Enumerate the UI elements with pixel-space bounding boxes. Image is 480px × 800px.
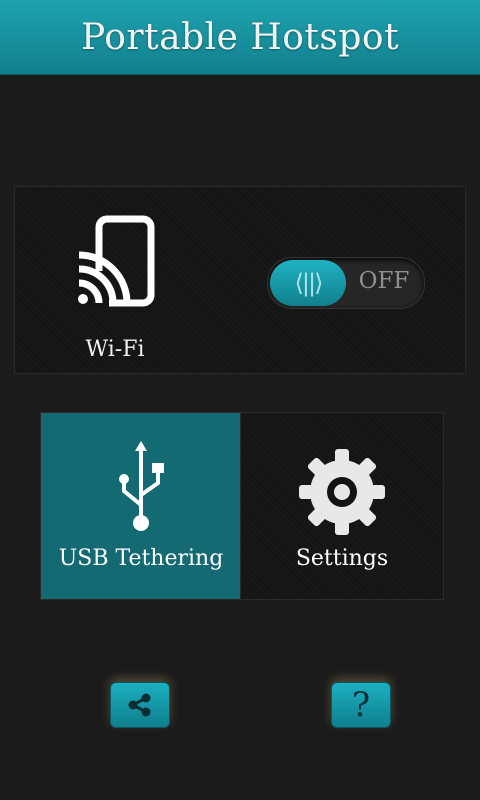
wifi-label: Wi-Fi xyxy=(85,337,145,362)
toggle-state-label: OFF xyxy=(358,268,410,294)
share-icon xyxy=(128,693,151,717)
wifi-panel: Wi-Fi ⟨||⟩ OFF xyxy=(14,186,466,374)
app-header: Portable Hotspot xyxy=(0,0,480,75)
help-icon: ? xyxy=(351,685,371,725)
usb-tethering-tile[interactable]: USB Tethering xyxy=(40,412,242,600)
settings-label: Settings xyxy=(295,546,389,571)
gear-icon xyxy=(299,449,385,535)
wifi-phone-icon xyxy=(75,215,155,307)
share-button[interactable] xyxy=(110,682,170,728)
usb-tethering-label: USB Tethering xyxy=(58,546,224,571)
toggle-knob[interactable]: ⟨||⟩ xyxy=(270,260,346,306)
page-title: Portable Hotspot xyxy=(80,16,400,58)
help-button[interactable]: ? xyxy=(331,682,391,728)
wifi-toggle[interactable]: ⟨||⟩ OFF xyxy=(267,257,425,309)
settings-tile[interactable]: Settings xyxy=(240,412,444,600)
usb-icon xyxy=(119,441,164,531)
